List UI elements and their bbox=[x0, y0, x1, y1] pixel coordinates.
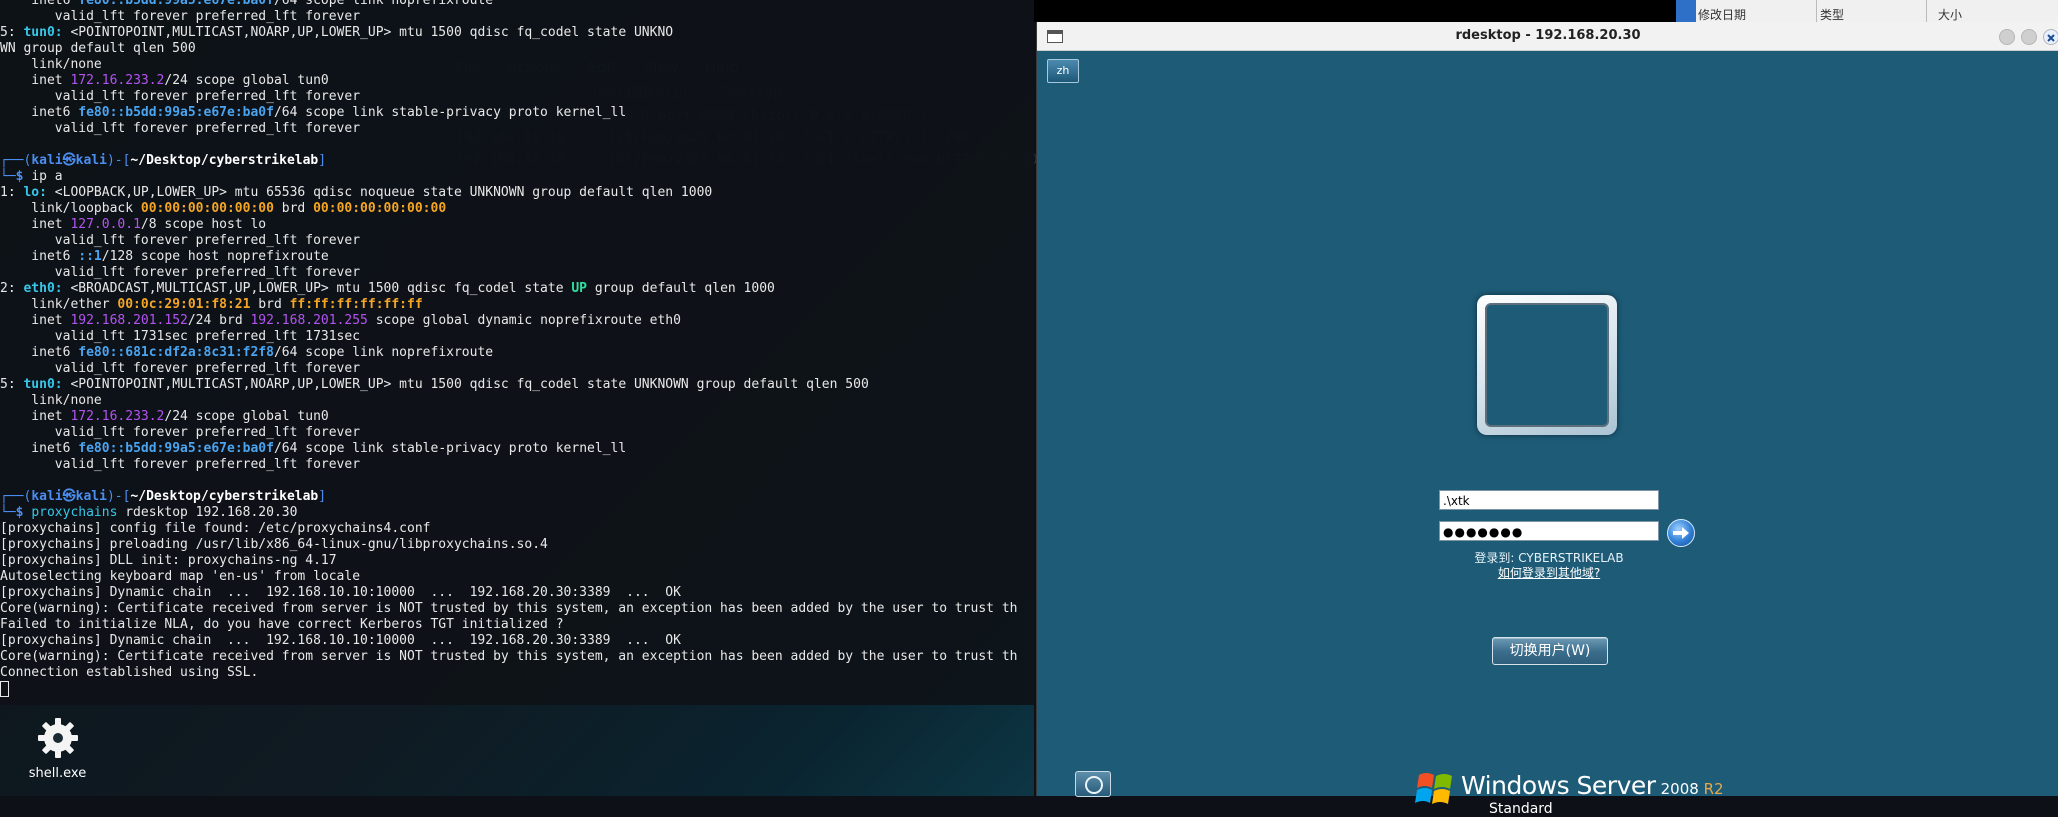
terminal-line: 5: tun0: <POINTOPOINT,MULTICAST,NOARP,UP… bbox=[0, 25, 674, 40]
column-separator bbox=[1816, 0, 1817, 22]
password-input[interactable]: ●●●●●●● bbox=[1439, 521, 1659, 541]
submit-login-button[interactable] bbox=[1667, 519, 1695, 547]
terminal-line: Failed to initialize NLA, do you have co… bbox=[0, 617, 564, 632]
switch-user-button[interactable]: 切换用户(W) bbox=[1492, 637, 1608, 665]
terminal-line: valid_lft forever preferred_lft forever bbox=[0, 265, 361, 280]
terminal-line: link/none bbox=[0, 57, 102, 72]
terminal-line: valid_lft forever preferred_lft forever bbox=[0, 233, 361, 248]
terminal-line: valid_lft 1731sec preferred_lft 1731sec bbox=[0, 329, 361, 344]
terminal-line: [proxychains] DLL init: proxychains-ng 4… bbox=[0, 553, 337, 568]
terminal-line: valid_lft forever preferred_lft forever bbox=[0, 457, 361, 472]
explorer-header-fragment: 修改日期 类型 大小 bbox=[1676, 0, 2058, 23]
user-tile-frame bbox=[1477, 295, 1617, 435]
terminal-line: Core(warning): Certificate received from… bbox=[0, 649, 1018, 664]
terminal-line: └─$ ip a bbox=[0, 169, 63, 184]
terminal-line: 5: tun0: <POINTOPOINT,MULTICAST,NOARP,UP… bbox=[0, 377, 869, 392]
other-domain-link[interactable]: 如何登录到其他域? bbox=[1427, 564, 1671, 581]
terminal-line: [proxychains] Dynamic chain ... 192.168.… bbox=[0, 585, 681, 600]
maximize-button[interactable] bbox=[2021, 29, 2037, 45]
column-modified-date[interactable]: 修改日期 bbox=[1698, 6, 1746, 23]
close-button[interactable] bbox=[2043, 29, 2058, 45]
ease-of-access-icon bbox=[1085, 776, 1103, 794]
window-title: rdesktop - 192.168.20.30 bbox=[1455, 28, 1641, 43]
brand-version-r2: R2 bbox=[1703, 780, 1724, 798]
terminal-line: link/none bbox=[0, 393, 102, 408]
rdesktop-window[interactable]: rdesktop - 192.168.20.30 zh .\xtk ●●●●●●… bbox=[1036, 22, 2058, 817]
explorer-accent bbox=[1676, 0, 1696, 22]
terminal-line: WN group default qlen 500 bbox=[0, 41, 196, 56]
terminal-line: valid_lft forever preferred_lft forever bbox=[0, 121, 361, 136]
gear-icon bbox=[36, 716, 80, 760]
close-icon bbox=[2047, 34, 2055, 42]
brand-version: 2008 R2 bbox=[1661, 780, 1724, 798]
column-separator bbox=[1926, 0, 1927, 22]
user-picture bbox=[1485, 303, 1609, 427]
terminal-line: inet6 fe80::681c:df2a:8c31:f2f8/64 scope… bbox=[0, 345, 494, 360]
terminal-line: inet6 fe80::b5dd:99a5:e67e:ba0f/64 scope… bbox=[0, 0, 494, 8]
terminal-line: link/ether 00:0c:29:01:f8:21 brd ff:ff:f… bbox=[0, 297, 423, 312]
terminal-line: 2: eth0: <BROADCAST,MULTICAST,UP,LOWER_U… bbox=[0, 281, 775, 296]
terminal-line: [proxychains] Dynamic chain ... 192.168.… bbox=[0, 633, 681, 648]
terminal-line: inet6 fe80::b5dd:99a5:e67e:ba0f/64 scope… bbox=[0, 441, 627, 456]
shortcut-label: shell.exe bbox=[28, 766, 87, 781]
input-language-button[interactable]: zh bbox=[1047, 59, 1079, 83]
terminal-line: inet 192.168.201.152/24 brd 192.168.201.… bbox=[0, 313, 681, 328]
terminal-cursor bbox=[0, 681, 9, 697]
terminal-line: inet 172.16.233.2/24 scope global tun0 bbox=[0, 409, 329, 424]
terminal-line: valid_lft forever preferred_lft forever bbox=[0, 9, 361, 24]
terminal-line: Autoselecting keyboard map 'en-us' from … bbox=[0, 569, 361, 584]
terminal-line: └─$ proxychains rdesktop 192.168.20.30 bbox=[0, 505, 298, 520]
terminal-line: inet6 ::1/128 scope host noprefixroute bbox=[0, 249, 329, 264]
arrow-right-icon bbox=[1673, 527, 1689, 539]
remote-login-screen[interactable]: zh .\xtk ●●●●●●● 登录到: CYBERSTRIKELAB 如何登… bbox=[1037, 51, 2058, 817]
terminal-line: link/loopback 00:00:00:00:00:00 brd 00:0… bbox=[0, 201, 447, 216]
terminal-window[interactable]: inet6 fe80::b5dd:99a5:e67e:ba0f/64 scope… bbox=[0, 0, 1034, 705]
terminal-line: 1: lo: <LOOPBACK,UP,LOWER_UP> mtu 65536 … bbox=[0, 185, 713, 200]
shell-exe-shortcut[interactable]: shell.exe bbox=[20, 716, 95, 781]
top-bar-background bbox=[1034, 0, 1676, 22]
minimize-button[interactable] bbox=[1999, 29, 2015, 45]
windows-flag-logo bbox=[1415, 769, 1457, 809]
terminal-line: inet6 fe80::b5dd:99a5:e67e:ba0f/64 scope… bbox=[0, 105, 627, 120]
ease-of-access-button[interactable] bbox=[1075, 771, 1111, 797]
terminal-line: valid_lft forever preferred_lft forever bbox=[0, 425, 361, 440]
terminal-line: valid_lft forever preferred_lft forever bbox=[0, 361, 361, 376]
window-titlebar[interactable]: rdesktop - 192.168.20.30 bbox=[1037, 22, 2058, 51]
terminal-line: Connection established using SSL. bbox=[0, 665, 259, 680]
terminal-output: inet6 fe80::b5dd:99a5:e67e:ba0f/64 scope… bbox=[0, 0, 1034, 697]
brand-version-number: 2008 bbox=[1660, 780, 1699, 798]
brand-edition: Standard bbox=[1489, 801, 1553, 817]
terminal-line: [proxychains] config file found: /etc/pr… bbox=[0, 521, 431, 536]
terminal-line: inet 172.16.233.2/24 scope global tun0 bbox=[0, 73, 329, 88]
username-input[interactable]: .\xtk bbox=[1439, 490, 1659, 510]
terminal-cursor-line bbox=[0, 681, 1034, 697]
column-size[interactable]: 大小 bbox=[1938, 6, 1962, 23]
terminal-line: ┌──(kali㉿kali)-[~/Desktop/cyberstrikelab… bbox=[0, 489, 327, 504]
column-type[interactable]: 类型 bbox=[1820, 6, 1844, 23]
terminal-line: inet 127.0.0.1/8 scope host lo bbox=[0, 217, 267, 232]
terminal-line: Core(warning): Certificate received from… bbox=[0, 601, 1018, 616]
terminal-line: [proxychains] preloading /usr/lib/x86_64… bbox=[0, 537, 548, 552]
terminal-line: valid_lft forever preferred_lft forever bbox=[0, 89, 361, 104]
terminal-line: ┌──(kali㉿kali)-[~/Desktop/cyberstrikelab… bbox=[0, 153, 327, 168]
